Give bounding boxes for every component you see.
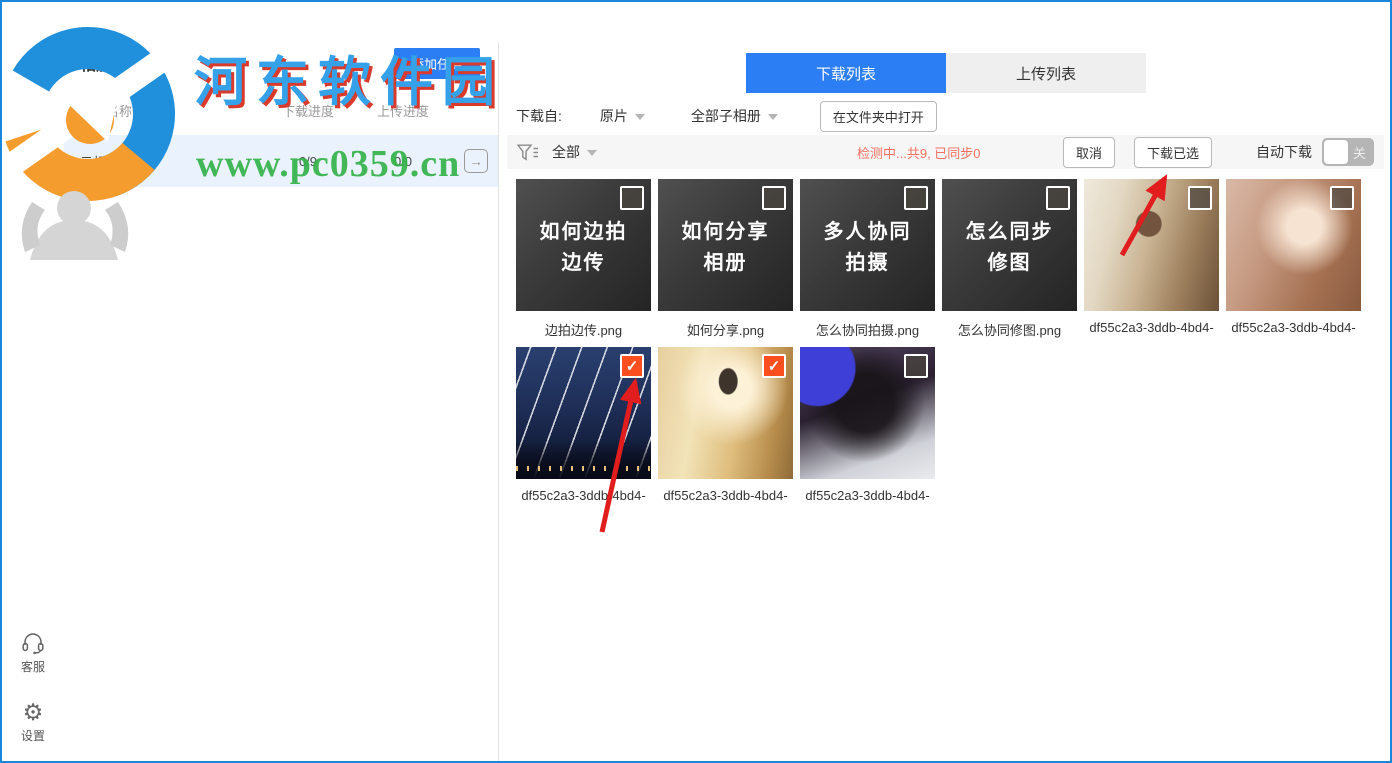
upload-progress-value: 0/0 — [393, 153, 413, 169]
sidebar-item-label: 设置 — [20, 729, 45, 743]
chevron-down-icon — [634, 114, 645, 120]
photo-filename: 边拍边传.png — [544, 323, 623, 338]
headset-icon — [2, 630, 64, 656]
thumbnail-checkbox[interactable] — [1046, 186, 1070, 210]
photo-cell: df55c2a3-3ddb-4bd4- — [800, 347, 935, 507]
left-rail: 客服 ⚙ 设置 — [2, 2, 64, 761]
cancel-button[interactable]: 取消 — [1062, 136, 1115, 168]
album-name: 云相册示例 — [80, 154, 146, 170]
photo-filename: df55c2a3-3ddb-4bd4- — [663, 488, 788, 503]
thumbnail-checkbox[interactable] — [1330, 186, 1354, 210]
photo-cell: df55c2a3-3ddb-4bd4- — [1084, 179, 1219, 339]
open-in-folder-button[interactable]: 在文件夹中打开 — [819, 100, 937, 132]
album-panel-header: 相册列表 添加任务 — [80, 47, 480, 79]
download-source-row: 下载自: 原片 全部子相册 在文件夹中打开 — [499, 97, 1390, 135]
filter-funnel-icon[interactable] — [517, 144, 539, 161]
thumbnail-checkbox[interactable] — [904, 354, 928, 378]
download-progress-value: 0/9 — [298, 153, 318, 169]
sync-status-text: 检测中...共9, 已同步0 — [857, 145, 981, 161]
sub-album-select[interactable]: 全部子相册 — [691, 106, 778, 126]
chevron-down-icon — [587, 150, 597, 156]
auto-download-label: 自动下载 — [1256, 144, 1312, 160]
column-album-name: 相册名称 — [80, 103, 133, 119]
album-table-header: 相册名称 下载进度 上传进度 — [64, 98, 498, 122]
photo-cell: 如何边拍 边传边拍边传.png — [516, 179, 651, 339]
photo-cell: 如何分享 相册如何分享.png — [658, 179, 793, 339]
source-type-select[interactable]: 原片 — [600, 106, 645, 126]
tab-bar: 下载列表 上传列表 — [746, 53, 1146, 93]
sidebar-item-settings[interactable]: ⚙ 设置 — [2, 699, 64, 744]
thumbnail-checkbox[interactable]: ✓ — [620, 354, 644, 378]
album-row[interactable]: 云相册示例 0/9 0/0 → — [64, 135, 498, 187]
column-download-progress: 下载进度 — [281, 103, 334, 119]
photo-cell: 怎么同步 修图怎么协同修图.png — [942, 179, 1077, 339]
status-filter-select[interactable]: 全部 — [552, 142, 597, 162]
photo-filename: df55c2a3-3ddb-4bd4- — [1089, 320, 1214, 335]
sidebar-item-support[interactable]: 客服 — [2, 630, 64, 675]
download-selected-button[interactable]: 下载已选 — [1133, 136, 1212, 168]
photo-filename: df55c2a3-3ddb-4bd4- — [521, 488, 646, 503]
photo-thumbnail[interactable] — [1226, 179, 1361, 311]
photo-thumbnail[interactable]: ✓ — [658, 347, 793, 479]
photo-filename: df55c2a3-3ddb-4bd4- — [805, 488, 930, 503]
photo-thumbnail[interactable]: 如何边拍 边传 — [516, 179, 651, 311]
photo-thumbnail[interactable]: 如何分享 相册 — [658, 179, 793, 311]
auto-download-toggle[interactable]: 关 — [1322, 138, 1374, 166]
sidebar-item-label: 客服 — [20, 660, 45, 674]
toggle-state-label: 关 — [1353, 145, 1367, 161]
photo-cell: ✓ df55c2a3-3ddb-4bd4- — [516, 347, 651, 507]
thumbnail-checkbox[interactable] — [762, 186, 786, 210]
photo-thumbnail[interactable]: ✓ — [516, 347, 651, 479]
download-from-label: 下载自: — [516, 108, 562, 124]
photo-thumbnail[interactable] — [1084, 179, 1219, 311]
app-window: 享像派 — □ ✕ 客服 ⚙ 设置 — [0, 0, 1392, 763]
selection-toolbar: 全部 检测中...共9, 已同步0 取消 下载已选 自动下载 关 — [507, 135, 1384, 169]
tab-download-list[interactable]: 下载列表 — [746, 53, 946, 93]
tab-upload-list[interactable]: 上传列表 — [946, 53, 1146, 93]
thumbnail-checkbox[interactable] — [1188, 186, 1212, 210]
thumbnail-checkbox[interactable] — [904, 186, 928, 210]
chevron-down-icon — [767, 114, 778, 120]
gear-icon: ⚙ — [22, 698, 44, 725]
main-content: 下载列表 上传列表 下载自: 原片 全部子相册 在文件夹中打开 全部 检测中..… — [499, 2, 1390, 761]
album-panel: 相册列表 添加任务 相册名称 下载进度 上传进度 云相册示例 0/9 0/0 → — [64, 2, 498, 761]
photo-filename: 怎么协同拍摄.png — [815, 323, 920, 338]
open-album-icon[interactable]: → — [464, 149, 488, 173]
photo-thumbnail[interactable] — [800, 347, 935, 479]
photo-filename: 如何分享.png — [686, 323, 765, 338]
photo-filename: df55c2a3-3ddb-4bd4- — [1231, 320, 1356, 335]
add-task-button[interactable]: 添加任务 — [393, 47, 480, 79]
column-upload-progress: 上传进度 — [376, 103, 429, 119]
thumbnail-checkbox[interactable] — [620, 186, 644, 210]
photo-filename: 怎么协同修图.png — [957, 323, 1062, 338]
photo-cell: ✓ df55c2a3-3ddb-4bd4- — [658, 347, 793, 507]
photo-thumbnail[interactable]: 怎么同步 修图 — [942, 179, 1077, 311]
photo-thumbnail[interactable]: 多人协同 拍摄 — [800, 179, 935, 311]
toggle-knob — [1324, 140, 1348, 164]
photo-cell: df55c2a3-3ddb-4bd4- — [1226, 179, 1361, 339]
album-list-title: 相册列表 — [80, 57, 145, 74]
photo-grid: 如何边拍 边传 边拍边传.png 如何分享 相册 如何分享.png 多人协同 拍摄 怎么协同拍摄… — [516, 179, 1376, 507]
photo-cell: 多人协同 拍摄怎么协同拍摄.png — [800, 179, 935, 339]
thumbnail-checkbox[interactable]: ✓ — [762, 354, 786, 378]
